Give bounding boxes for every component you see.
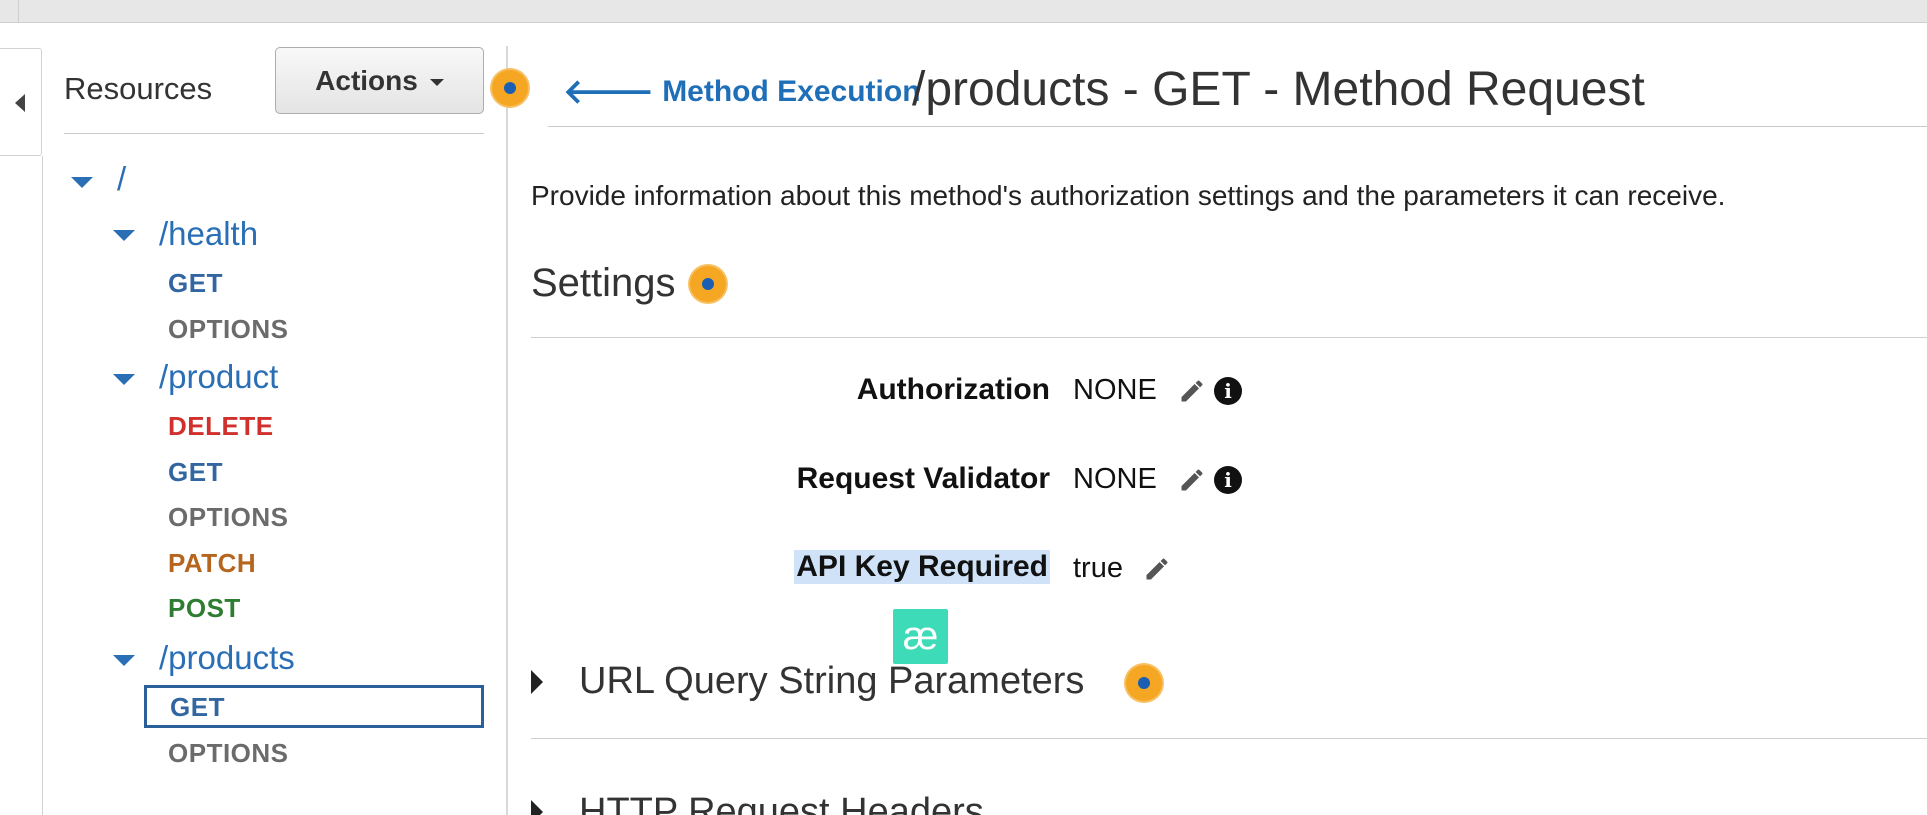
tree-method-product-patch[interactable]: PATCH: [168, 548, 256, 579]
tree-resource-health[interactable]: /health: [159, 215, 258, 253]
settings-title: Settings: [531, 261, 676, 305]
top-bar-divider: [18, 0, 19, 23]
page-description: Provide information about this method's …: [531, 180, 1726, 211]
authorization-info-icon[interactable]: i: [1214, 377, 1242, 405]
arrow-left-icon: 🡐: [563, 73, 655, 111]
page-title: /products - GET - Method Request: [912, 63, 1645, 116]
api-key-required-value: true: [1073, 552, 1123, 584]
method-execution-link[interactable]: 🡐 Method Execution: [563, 75, 921, 109]
http-headers-expander-icon[interactable]: [531, 800, 543, 815]
request-validator-info-icon[interactable]: i: [1214, 466, 1242, 494]
extension-badge-icon[interactable]: æ: [893, 609, 948, 664]
resources-title: Resources: [64, 71, 213, 106]
back-link-label: Method Execution: [662, 75, 921, 108]
url-query-help-icon[interactable]: [1126, 665, 1162, 701]
resources-divider: [64, 133, 484, 134]
settings-divider: [531, 337, 1927, 338]
tree-method-product-post[interactable]: POST: [168, 593, 241, 624]
expand-root-icon[interactable]: [71, 177, 93, 188]
http-request-headers-section[interactable]: HTTP Request Headers: [579, 791, 984, 815]
edit-api-key-pencil-icon[interactable]: [1143, 555, 1171, 583]
request-validator-value: NONE: [1073, 463, 1157, 495]
tree-method-product-options[interactable]: OPTIONS: [168, 502, 289, 533]
tree-resource-product[interactable]: /product: [159, 358, 278, 396]
tree-resource-root[interactable]: /: [117, 160, 126, 198]
edit-authorization-pencil-icon[interactable]: [1178, 377, 1206, 405]
edit-request-validator-pencil-icon[interactable]: [1178, 466, 1206, 494]
tree-method-health-options[interactable]: OPTIONS: [168, 314, 289, 345]
settings-help-icon[interactable]: [690, 266, 726, 302]
tree-method-health-get[interactable]: GET: [168, 268, 223, 299]
caret-down-icon: [429, 79, 444, 86]
section-divider: [531, 738, 1927, 739]
actions-dropdown-button[interactable]: Actions: [275, 47, 484, 114]
title-divider: [548, 126, 1927, 127]
tree-resource-products[interactable]: /products: [159, 639, 295, 677]
url-query-string-parameters-section[interactable]: URL Query String Parameters: [579, 660, 1084, 703]
authorization-label: Authorization: [856, 373, 1050, 406]
tree-method-product-delete[interactable]: DELETE: [168, 411, 274, 442]
expand-health-icon[interactable]: [113, 230, 135, 241]
expand-products-icon[interactable]: [113, 655, 135, 666]
browser-top-bar: [0, 0, 1927, 23]
api-key-required-label: API Key Required: [794, 550, 1050, 584]
expand-product-icon[interactable]: [113, 374, 135, 385]
tree-method-products-options[interactable]: OPTIONS: [168, 738, 289, 769]
url-query-expander-icon[interactable]: [531, 670, 543, 694]
collapse-arrow-icon: [15, 94, 25, 112]
sidebar-collapse-tab[interactable]: [0, 48, 42, 156]
authorization-value: NONE: [1073, 374, 1157, 406]
request-validator-label: Request Validator: [796, 462, 1050, 495]
actions-button-label: Actions: [315, 64, 418, 96]
tree-method-product-get[interactable]: GET: [168, 457, 223, 488]
help-icon[interactable]: [492, 70, 528, 106]
tree-method-products-get[interactable]: GET: [170, 692, 225, 723]
sidebar-divider[interactable]: [506, 46, 508, 815]
